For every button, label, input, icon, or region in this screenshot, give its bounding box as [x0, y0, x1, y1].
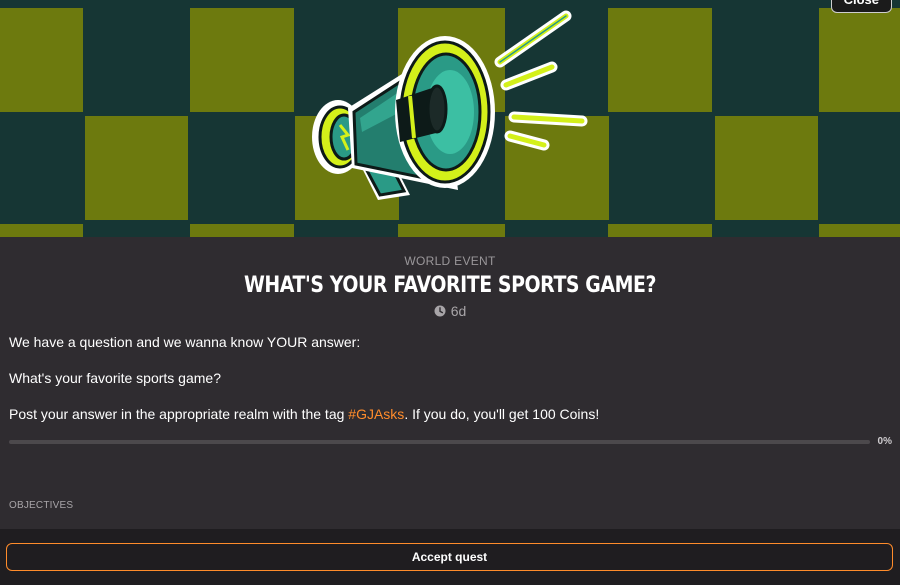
description-text: . If you do, you'll get 100 Coins! [404, 406, 600, 422]
hashtag-link[interactable]: #GJAsks [348, 406, 404, 422]
progress-track [9, 440, 870, 444]
description-line: What's your favorite sports game? [9, 370, 221, 386]
quest-progress: 0% [9, 436, 894, 449]
close-button[interactable]: Close [830, 0, 892, 13]
megaphone-icon [312, 10, 588, 200]
quest-timer: 6d [0, 303, 900, 319]
description-line: We have a question and we wanna know YOU… [9, 334, 361, 350]
clock-icon [434, 305, 446, 317]
description-line: Post your answer in the appropriate real… [9, 405, 889, 423]
objectives-heading: OBJECTIVES [9, 500, 74, 511]
quest-category: WORLD EVENT [404, 254, 496, 268]
quest-header: WORLD EVENT WHAT'S YOUR FAVORITE SPORTS … [0, 237, 900, 319]
quest-description: We have a question and we wanna know YOU… [9, 333, 889, 441]
quest-header-image: Close [0, 0, 900, 237]
description-text: Post your answer in the appropriate real… [9, 406, 349, 422]
accept-quest-button[interactable]: Accept quest [6, 543, 893, 571]
quest-footer: Accept quest [0, 529, 900, 585]
quest-title: WHAT'S YOUR FAVORITE SPORTS GAME? [243, 273, 657, 298]
progress-percent: 0% [877, 436, 892, 447]
time-remaining: 6d [450, 303, 467, 319]
